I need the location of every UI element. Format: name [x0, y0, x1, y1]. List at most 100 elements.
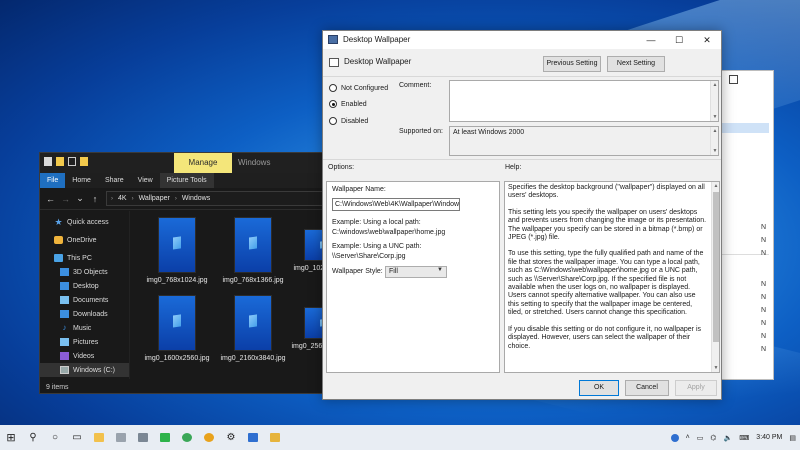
help-scrollbar[interactable]: ▲ ▼	[711, 182, 719, 372]
tab-view[interactable]: View	[131, 173, 160, 188]
nav-item-3d-objects[interactable]: 3D Objects	[40, 265, 129, 279]
clock[interactable]: 3:40 PM	[756, 434, 782, 441]
radio-label: Enabled	[341, 100, 367, 108]
radio-button[interactable]	[329, 100, 337, 108]
close-button[interactable]: ✕	[693, 31, 721, 49]
supported-scrollbar[interactable]: ▲ ▼	[710, 127, 718, 155]
tab-home[interactable]: Home	[65, 173, 98, 188]
nav-item-music[interactable]: ♪ Music	[40, 321, 129, 335]
music-icon: ♪	[62, 323, 67, 332]
radio-button[interactable]	[329, 84, 337, 92]
properties-icon[interactable]	[56, 157, 64, 166]
tray-app-icon[interactable]	[670, 433, 679, 442]
folder-icon[interactable]	[80, 157, 88, 166]
maximize-button[interactable]: ☐	[665, 31, 693, 49]
scroll-up-icon[interactable]: ▲	[711, 127, 719, 135]
file-item[interactable]: img0_2160x3840.jpg	[218, 295, 288, 373]
comment-scrollbar[interactable]: ▲ ▼	[710, 81, 718, 121]
back-arrow-icon[interactable]: ←	[46, 194, 55, 204]
chevron-up-icon[interactable]: ˄	[686, 434, 690, 441]
setting-icon	[329, 58, 339, 67]
search-button[interactable]: ⚲	[22, 425, 44, 450]
breadcrumb-item[interactable]: Windows	[182, 195, 210, 202]
file-item[interactable]: img0_1600x2560.jpg	[142, 295, 212, 373]
app-icon[interactable]	[44, 157, 52, 166]
chevron-right-icon[interactable]: ›	[175, 196, 177, 202]
chevron-right-icon[interactable]: ›	[132, 196, 134, 202]
battery-icon[interactable]: ▭	[697, 434, 704, 442]
scroll-down-icon[interactable]: ▼	[711, 147, 719, 155]
new-folder-icon[interactable]	[68, 157, 76, 166]
minimize-button[interactable]: —	[637, 31, 665, 49]
taskbar-photos[interactable]	[110, 425, 132, 450]
settings-app-icon	[138, 433, 148, 442]
taskbar-files[interactable]	[264, 425, 286, 450]
volume-icon[interactable]: 🔈	[723, 434, 732, 442]
apply-button[interactable]: Apply	[675, 380, 717, 396]
nav-item-this-pc[interactable]: This PC	[40, 251, 129, 265]
tab-manage[interactable]: Manage	[174, 153, 232, 173]
list-item: N	[761, 294, 767, 301]
taskbar-file-explorer[interactable]	[88, 425, 110, 450]
tab-share[interactable]: Share	[98, 173, 131, 188]
system-tray: ˄ ▭ ⌬ 🔈 ⌨ 3:40 PM ▤	[670, 425, 796, 450]
dialog-titlebar[interactable]: Desktop Wallpaper — ☐ ✕	[323, 31, 721, 49]
explorer-titlebar[interactable]: Manage Windows	[40, 153, 347, 173]
pictures-icon	[60, 338, 69, 346]
address-bar[interactable]: › 4K › Wallpaper › Windows	[106, 191, 347, 206]
wallpaper-style-select[interactable]: Fill ▼	[385, 266, 447, 278]
nav-item-videos[interactable]: Videos	[40, 349, 129, 363]
taskbar-gear[interactable]: ⚙	[220, 425, 242, 450]
scrollbar-thumb[interactable]	[713, 192, 719, 342]
taskbar-chat[interactable]	[154, 425, 176, 450]
nav-item-downloads[interactable]: Downloads	[40, 307, 129, 321]
file-item[interactable]: img0_768x1024.jpg	[142, 217, 212, 295]
ok-button[interactable]: OK	[579, 380, 619, 396]
comment-field[interactable]: ▲ ▼	[449, 80, 719, 122]
example-local-path: C:\windows\web\wallpaper\home.jpg	[332, 229, 446, 236]
quick-access-toolbar	[44, 157, 88, 166]
recent-locations-icon[interactable]: ⌄	[76, 193, 84, 204]
comment-label: Comment:	[399, 82, 432, 89]
task-view-button[interactable]: ▭	[66, 425, 88, 450]
nav-item-desktop[interactable]: Desktop	[40, 279, 129, 293]
radio-button[interactable]	[329, 117, 337, 125]
cortana-button[interactable]: ○	[44, 425, 66, 450]
tab-file[interactable]: File	[40, 173, 66, 188]
forward-arrow-icon[interactable]: →	[61, 194, 70, 204]
breadcrumb-item[interactable]: 4K	[118, 195, 127, 202]
notifications-icon[interactable]: ▤	[789, 434, 796, 442]
desktop-wallpaper-dialog[interactable]: Desktop Wallpaper — ☐ ✕ Desktop Wallpape…	[322, 30, 722, 400]
radio-not-configured[interactable]: Not Configured	[329, 84, 388, 92]
taskbar-settings-app[interactable]	[132, 425, 154, 450]
radio-disabled[interactable]: Disabled	[329, 117, 368, 125]
start-button[interactable]: ⊞	[0, 425, 22, 450]
previous-setting-button[interactable]: Previous Setting	[543, 56, 601, 72]
scroll-up-icon[interactable]: ▲	[712, 182, 719, 190]
folder-chevron-icon[interactable]: ›	[111, 196, 113, 202]
taskbar-browser[interactable]	[198, 425, 220, 450]
file-item[interactable]: img0_768x1366.jpg	[218, 217, 288, 295]
radio-enabled[interactable]: Enabled	[329, 100, 367, 108]
scroll-up-icon[interactable]: ▲	[711, 81, 719, 89]
status-item-count: 9 items	[46, 384, 69, 391]
wallpaper-name-input[interactable]: C:\Windows\Web\4K\Wallpaper\Windows	[332, 198, 460, 211]
scroll-down-icon[interactable]: ▼	[711, 113, 719, 121]
keyboard-icon[interactable]: ⌨	[739, 434, 749, 442]
file-explorer-window[interactable]: Manage Windows File Home Share View Pict…	[39, 152, 348, 394]
nav-item-onedrive[interactable]: OneDrive	[40, 233, 129, 247]
nav-item-documents[interactable]: Documents	[40, 293, 129, 307]
nav-item-pictures[interactable]: Pictures	[40, 335, 129, 349]
up-arrow-icon[interactable]: ↑	[91, 194, 99, 204]
taskbar-network-app[interactable]	[176, 425, 198, 450]
breadcrumb-item[interactable]: Wallpaper	[139, 195, 170, 202]
network-icon[interactable]: ⌬	[710, 434, 716, 442]
maximize-icon[interactable]	[729, 75, 738, 84]
tab-picture-tools[interactable]: Picture Tools	[159, 173, 214, 188]
nav-item-windows-c[interactable]: Windows (C:)	[40, 363, 129, 377]
cancel-button[interactable]: Cancel	[625, 380, 669, 396]
next-setting-button[interactable]: Next Setting	[607, 56, 665, 72]
taskbar-store[interactable]	[242, 425, 264, 450]
nav-item-quick-access[interactable]: ★ Quick access	[40, 215, 129, 229]
scroll-down-icon[interactable]: ▼	[712, 364, 719, 372]
